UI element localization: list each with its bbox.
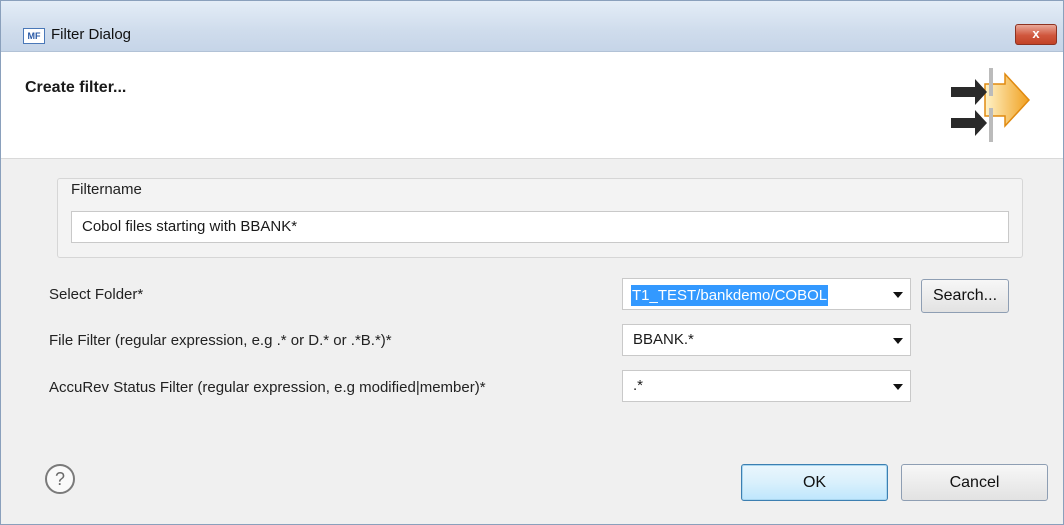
select-folder-combo[interactable]: T1_TEST/bankdemo/COBOL bbox=[622, 278, 911, 310]
chevron-down-icon[interactable] bbox=[893, 292, 903, 298]
cancel-button[interactable]: Cancel bbox=[901, 464, 1048, 501]
file-filter-value: BBANK.* bbox=[633, 331, 694, 348]
filter-dialog-window: MF Filter Dialog x Create filter... Filt… bbox=[0, 0, 1064, 525]
filtername-input[interactable]: Cobol files starting with BBANK* bbox=[71, 211, 1009, 243]
filtername-label: Filtername bbox=[71, 181, 142, 198]
help-icon[interactable]: ? bbox=[45, 464, 75, 494]
title-bar: MF Filter Dialog x bbox=[1, 1, 1063, 52]
page-title: Create filter... bbox=[25, 79, 127, 96]
file-filter-label: File Filter (regular expression, e.g .* … bbox=[49, 332, 392, 349]
chevron-down-icon[interactable] bbox=[893, 384, 903, 390]
chevron-down-icon[interactable] bbox=[893, 338, 903, 344]
status-filter-combo[interactable]: .* bbox=[622, 370, 911, 402]
search-button[interactable]: Search... bbox=[921, 279, 1009, 313]
status-filter-value: .* bbox=[633, 377, 644, 394]
app-icon: MF bbox=[23, 28, 45, 44]
ok-button[interactable]: OK bbox=[741, 464, 888, 501]
status-filter-label: AccuRev Status Filter (regular expressio… bbox=[49, 379, 486, 396]
window-title: Filter Dialog bbox=[51, 26, 132, 43]
close-icon: x bbox=[1032, 26, 1040, 41]
close-button[interactable]: x bbox=[1015, 24, 1057, 45]
select-folder-value: T1_TEST/bankdemo/COBOL bbox=[631, 285, 829, 306]
dialog-header: Create filter... bbox=[1, 52, 1063, 159]
file-filter-combo[interactable]: BBANK.* bbox=[622, 324, 911, 356]
select-folder-label: Select Folder* bbox=[49, 286, 144, 303]
filter-wizard-arrows-icon bbox=[951, 68, 1031, 142]
